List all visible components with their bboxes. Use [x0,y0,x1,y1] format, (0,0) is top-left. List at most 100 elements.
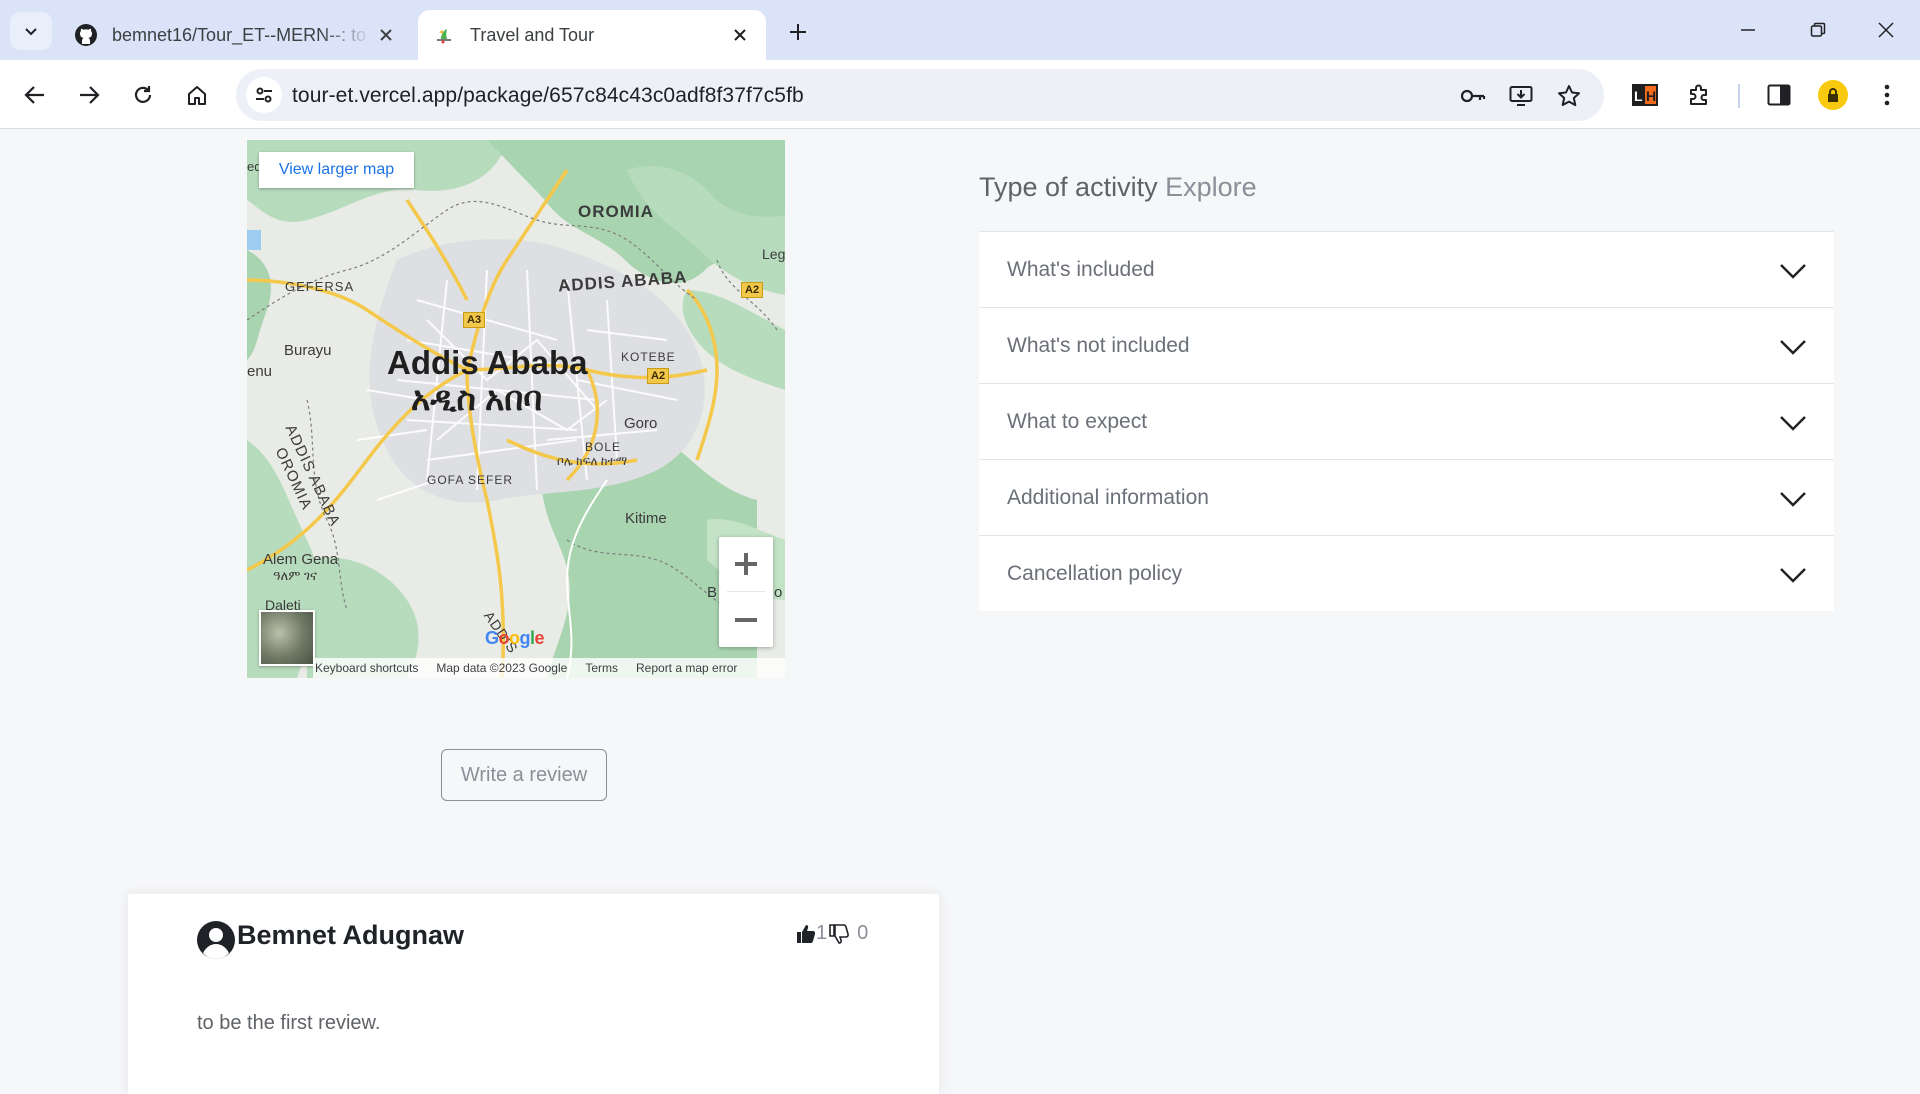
review-votes: 1 0 [796,922,868,945]
tab-title: bemnet16/Tour_ET--MERN--: to [112,24,367,45]
chevron-down-icon [25,28,37,36]
map-zoom-control [719,537,773,647]
page-content: OROMIA ADDIS ABABA Leg GEFERSA Burayu en… [0,129,1920,1094]
extensions-puzzle-icon[interactable] [1682,78,1716,112]
tab-title: Travel and Tour [470,24,595,45]
review-card: Bemnet Adugnaw 1 0 to be the first revie… [128,894,939,1094]
svg-text:L: L [1634,88,1643,104]
chevron-down-icon [1780,568,1806,583]
map-label: o [774,584,783,601]
map-label: Alem Gena [263,551,339,568]
tune-icon [256,87,272,103]
terms-link[interactable]: Terms [585,661,618,675]
browser-tab-bar: bemnet16/Tour_ET--MERN--: to Travel and … [0,0,1920,60]
plus-icon [735,553,757,575]
browser-toolbar: tour-et.vercel.app/package/657c84c43c0ad… [0,60,1920,129]
activity-type: Type of activity Explore [979,172,1257,203]
package-details-accordion: What's included What's not included What… [979,231,1834,611]
svg-text:H: H [1646,88,1656,104]
chevron-down-icon [1780,340,1806,355]
back-button[interactable] [16,76,54,114]
chevron-down-icon [1780,416,1806,431]
user-avatar-icon [197,921,235,960]
google-logo: Google [485,628,545,648]
chevron-down-icon [1780,492,1806,507]
thumbs-down-icon[interactable] [829,923,850,944]
activity-value: Explore [1165,172,1257,202]
map-label: Kitime [625,510,667,527]
bookmark-star-icon[interactable] [1554,81,1584,111]
map-city-label-amharic: አዲስ አበባ [411,380,543,417]
accordion-item-additional-info[interactable]: Additional information [979,459,1834,535]
keyboard-shortcuts-link[interactable]: Keyboard shortcuts [315,661,418,675]
plus-icon [790,24,806,40]
map-city-label: Addis Ababa [387,344,588,381]
password-key-icon[interactable] [1458,81,1488,111]
map-label: ቦሌ ክፍለ ከተማ [557,454,628,468]
road-shield: A3 [463,312,486,328]
install-app-icon[interactable] [1506,81,1536,111]
restore-button[interactable] [1790,8,1846,52]
toolbar-divider [1738,84,1740,108]
close-window-button[interactable] [1858,8,1914,52]
url-text[interactable]: tour-et.vercel.app/package/657c84c43c0ad… [292,84,804,108]
minimize-button[interactable] [1720,8,1776,52]
zoom-in-button[interactable] [719,537,773,591]
accordion-label: What's included [1007,257,1155,281]
arrow-left-icon [24,86,44,104]
map-label: Leg [762,246,785,262]
zoom-out-button[interactable] [719,593,773,647]
close-tab-icon[interactable] [726,21,754,49]
write-review-button[interactable]: Write a review [441,749,607,801]
accordion-item-what-to-expect[interactable]: What to expect [979,383,1834,459]
accordion-item-cancellation-policy[interactable]: Cancellation policy [979,535,1834,611]
map-label: BOLE [585,440,622,454]
site-favicon-icon [432,23,456,47]
review-author: Bemnet Adugnaw [237,920,465,950]
tab-travel-and-tour[interactable]: Travel and Tour [418,10,766,60]
lighthouse-extension-icon[interactable]: LH [1628,78,1662,112]
accordion-item-included[interactable]: What's included [979,231,1834,307]
satellite-toggle[interactable] [259,610,315,666]
home-button[interactable] [178,76,216,114]
report-map-error-link[interactable]: Report a map error [636,661,737,675]
reload-icon [134,86,152,103]
address-bar[interactable]: tour-et.vercel.app/package/657c84c43c0ad… [236,69,1604,121]
map-label: KOTEBE [621,350,676,364]
site-info-button[interactable] [246,77,282,113]
close-tab-icon[interactable] [372,21,400,49]
review-text: to be the first review. [197,1012,381,1034]
road-shield: A2 [647,368,670,384]
map-label: B [707,584,718,601]
map-label: Burayu [284,342,332,359]
map-label: GOFA SEFER [427,473,514,487]
arrow-right-icon [80,86,100,104]
dislikes-count: 0 [857,922,869,944]
chevron-down-icon [1780,264,1806,279]
side-panel-icon[interactable] [1762,78,1796,112]
view-larger-map-link[interactable]: View larger map [259,152,414,188]
map-label: enu [247,363,273,380]
home-icon [188,86,206,105]
map-label: Goro [624,415,658,432]
google-map[interactable]: OROMIA ADDIS ABABA Leg GEFERSA Burayu en… [247,140,785,678]
tab-github[interactable]: bemnet16/Tour_ET--MERN--: to [60,10,412,60]
menu-button[interactable] [1870,78,1904,112]
minimize-icon [1741,29,1755,31]
reload-button[interactable] [124,76,162,114]
accordion-label: What to expect [1007,409,1148,433]
profile-icon [1818,80,1848,110]
activity-label: Type of activity [979,172,1158,202]
thumbs-up-icon[interactable] [796,924,816,944]
tab-search-button[interactable] [10,12,52,50]
new-tab-button[interactable] [780,14,816,50]
forward-button[interactable] [70,76,108,114]
accordion-label: Additional information [1007,485,1209,509]
minus-icon [735,618,757,622]
accordion-label: What's not included [1007,333,1190,357]
accordion-label: Cancellation policy [1007,561,1183,585]
more-vert-icon [1884,84,1890,106]
github-icon [74,23,98,47]
accordion-item-not-included[interactable]: What's not included [979,307,1834,383]
profile-avatar[interactable] [1816,78,1850,112]
